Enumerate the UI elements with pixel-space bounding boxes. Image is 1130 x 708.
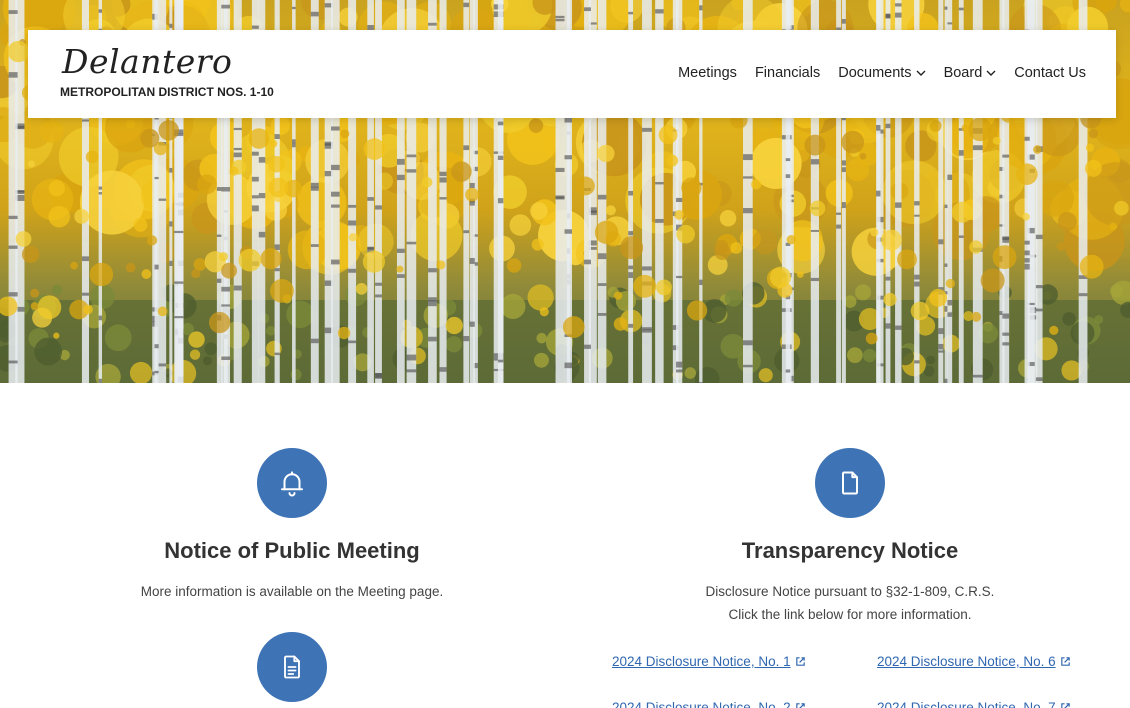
nav-contact-us[interactable]: Contact Us bbox=[1014, 65, 1086, 81]
link-label: 2024 Disclosure Notice, No. 2 bbox=[612, 700, 791, 708]
nav-label: Contact Us bbox=[1014, 65, 1086, 81]
transparency-notice: Transparency Notice Disclosure Notice pu… bbox=[620, 448, 1080, 626]
disclosure-link-1[interactable]: 2024 Disclosure Notice, No. 1 bbox=[612, 654, 877, 670]
external-link-icon bbox=[795, 655, 806, 670]
nav-label: Board bbox=[943, 65, 983, 81]
nav-label: Documents bbox=[838, 65, 912, 81]
notice-text: Disclosure Notice pursuant to §32-1-809,… bbox=[620, 580, 1080, 626]
logo-subtitle[interactable]: METROPOLITAN DISTRICT NOS. 1-10 bbox=[60, 85, 274, 99]
nav-board[interactable]: Board bbox=[944, 65, 997, 81]
public-meeting-notice: Notice of Public Meeting More informatio… bbox=[62, 448, 522, 603]
logo-title[interactable]: Delantero bbox=[62, 42, 232, 81]
chevron-down-icon bbox=[916, 69, 926, 80]
disclosure-link-2[interactable]: 2024 Disclosure Notice, No. 2 bbox=[612, 700, 877, 708]
link-label: 2024 Disclosure Notice, No. 1 bbox=[612, 654, 791, 669]
disclosure-links: 2024 Disclosure Notice, No. 1 2024 Discl… bbox=[612, 654, 1112, 708]
main-nav: Meetings Financials Documents Board Cont… bbox=[678, 65, 1086, 81]
chevron-down-icon bbox=[986, 69, 996, 80]
nav-label: Meetings bbox=[678, 65, 737, 81]
document-icon bbox=[815, 448, 885, 518]
nav-financials[interactable]: Financials bbox=[755, 65, 820, 81]
disclosure-link-6[interactable]: 2024 Disclosure Notice, No. 6 bbox=[877, 654, 1112, 670]
notice-text-line: Click the link below for more informatio… bbox=[728, 607, 972, 622]
nav-label: Financials bbox=[754, 65, 821, 81]
notice-text-line: Disclosure Notice pursuant to §32-1-809,… bbox=[705, 584, 995, 599]
link-label: 2024 Disclosure Notice, No. 6 bbox=[877, 654, 1056, 669]
external-link-icon bbox=[1060, 701, 1071, 708]
nav-meetings[interactable]: Meetings bbox=[678, 65, 737, 81]
external-link-icon bbox=[795, 701, 806, 708]
file-text-icon bbox=[257, 632, 327, 702]
disclosure-link-7[interactable]: 2024 Disclosure Notice, No. 7 bbox=[877, 700, 1112, 708]
notice-title: Transparency Notice bbox=[741, 538, 959, 563]
bell-icon bbox=[257, 448, 327, 518]
external-link-icon bbox=[1060, 655, 1071, 670]
notice-title: Notice of Public Meeting bbox=[164, 538, 420, 563]
notice-text: More information is available on the Mee… bbox=[140, 584, 444, 599]
link-label: 2024 Disclosure Notice, No. 7 bbox=[877, 700, 1056, 708]
nav-documents[interactable]: Documents bbox=[838, 65, 926, 81]
third-notice bbox=[62, 632, 522, 702]
site-header: Delantero METROPOLITAN DISTRICT NOS. 1-1… bbox=[28, 30, 1116, 118]
